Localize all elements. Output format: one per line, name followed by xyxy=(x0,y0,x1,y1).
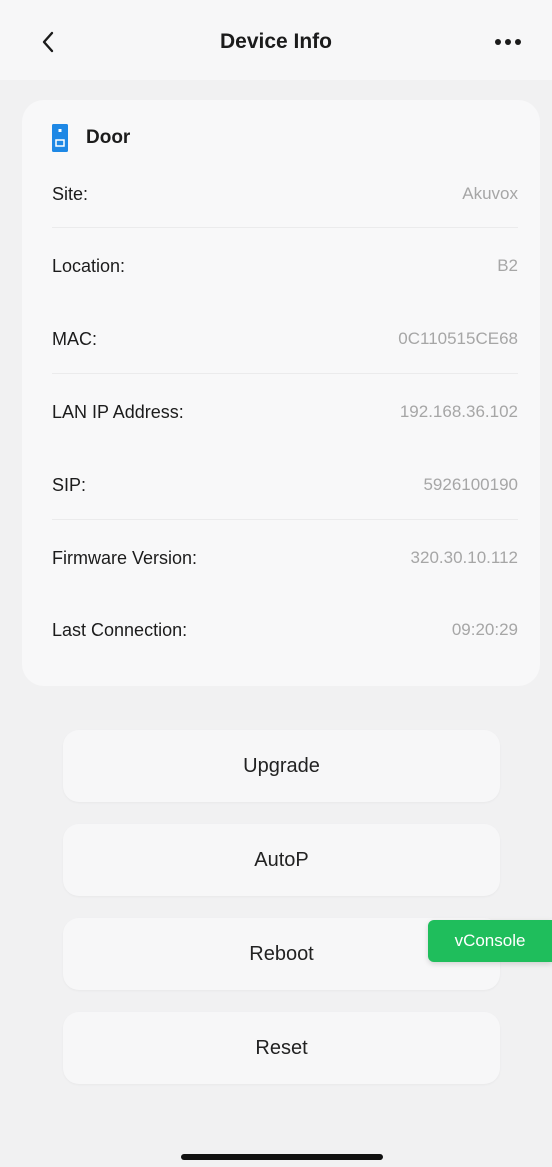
door-icon xyxy=(52,124,68,152)
more-dot xyxy=(515,39,521,45)
row-value: 192.168.36.102 xyxy=(399,402,518,421)
nav-bar: Device Info xyxy=(0,0,552,80)
info-row-site: Site: Akuvox xyxy=(52,176,518,212)
device-info-card: Door Site: Akuvox Location: B2 MAC: 0C11… xyxy=(22,100,540,686)
info-row-lan-ip: LAN IP Address: 192.168.36.102 xyxy=(52,394,518,430)
row-value: Akuvox xyxy=(462,184,518,203)
row-value: 320.30.10.112 xyxy=(410,548,518,567)
info-row-mac: MAC: 0C110515CE68 xyxy=(52,321,518,357)
row-label: LAN IP Address: xyxy=(52,401,184,422)
row-label: Location: xyxy=(52,255,126,276)
row-label: MAC: xyxy=(52,328,97,349)
row-value: 0C110515CE68 xyxy=(398,329,518,348)
info-row-firmware: Firmware Version: 320.30.10.112 xyxy=(52,540,518,576)
row-label: Firmware Version: xyxy=(52,547,198,568)
page-title: Device Info xyxy=(219,30,333,53)
divider xyxy=(52,519,518,520)
divider xyxy=(52,227,518,228)
autop-button[interactable]: AutoP xyxy=(63,824,500,896)
row-label: SIP: xyxy=(52,474,87,495)
divider xyxy=(52,373,518,374)
reset-button[interactable]: Reset xyxy=(63,1012,500,1084)
more-button[interactable] xyxy=(488,30,528,54)
upgrade-button[interactable]: Upgrade xyxy=(63,730,500,802)
home-indicator[interactable] xyxy=(181,1154,383,1160)
more-horizontal-icon xyxy=(495,39,501,45)
row-value: 5926100190 xyxy=(423,475,518,494)
card-header: Door xyxy=(52,124,130,152)
row-value: B2 xyxy=(497,256,518,275)
info-row-last-connection: Last Connection: 09:20:29 xyxy=(52,612,518,648)
row-value: 09:20:29 xyxy=(451,620,518,639)
more-dot xyxy=(505,39,511,45)
row-label: Last Connection: xyxy=(52,619,188,640)
info-row-location: Location: B2 xyxy=(52,248,518,284)
info-row-sip: SIP: 5926100190 xyxy=(52,467,518,503)
card-title: Door xyxy=(86,127,131,148)
vconsole-button[interactable]: vConsole xyxy=(428,920,552,962)
row-label: Site: xyxy=(52,183,89,204)
